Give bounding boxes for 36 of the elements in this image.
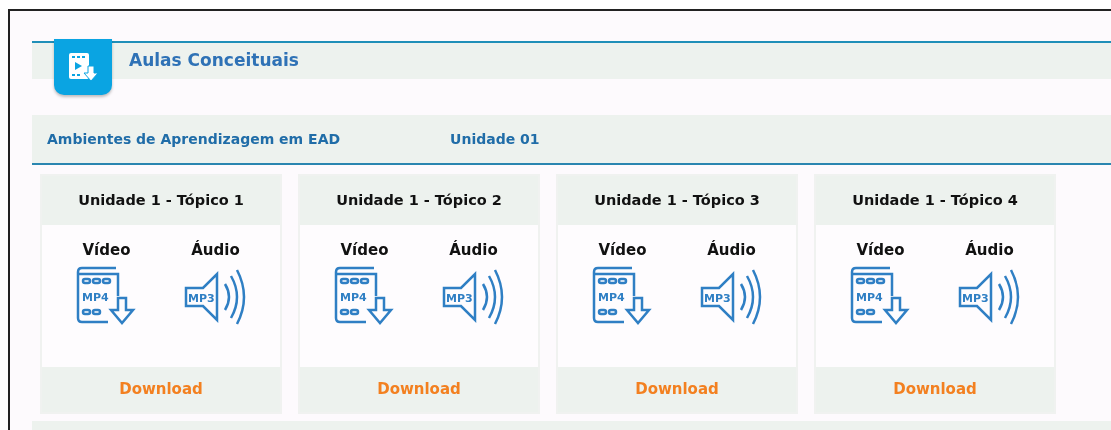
video-file-icon[interactable] <box>76 266 136 325</box>
speaker-icon[interactable] <box>442 268 503 325</box>
format-label: MP4 <box>597 290 625 304</box>
section-title: Aulas Conceituais <box>129 49 299 73</box>
video-label: Vídeo <box>340 240 389 261</box>
format-label: MP3 <box>445 291 473 305</box>
download-link[interactable]: Download <box>893 378 977 401</box>
topic-title: Unidade 1 - Tópico 1 <box>42 176 280 225</box>
video-file-icon[interactable] <box>850 266 910 325</box>
format-label: MP3 <box>961 291 989 305</box>
course-name: Ambientes de Aprendizagem em EAD <box>47 129 341 149</box>
speaker-icon[interactable] <box>958 268 1019 325</box>
unit-label: Unidade 01 <box>450 129 540 149</box>
video-label: Vídeo <box>82 240 131 261</box>
speaker-icon[interactable] <box>184 268 245 325</box>
topic-title: Unidade 1 - Tópico 4 <box>816 176 1054 225</box>
download-link[interactable]: Download <box>119 378 203 401</box>
download-link[interactable]: Download <box>635 378 719 401</box>
format-label: MP4 <box>855 290 883 304</box>
video-label: Vídeo <box>598 240 647 261</box>
audio-label: Áudio <box>707 239 756 261</box>
audio-label: Áudio <box>449 239 498 261</box>
format-label: MP4 <box>339 290 367 304</box>
video-label: Vídeo <box>856 240 905 261</box>
audio-label: Áudio <box>965 239 1014 261</box>
topic-title: Unidade 1 - Tópico 3 <box>558 176 796 225</box>
video-download-icon <box>54 39 112 95</box>
download-link[interactable]: Download <box>377 378 461 401</box>
topic-title: Unidade 1 - Tópico 2 <box>300 176 538 225</box>
video-file-icon[interactable] <box>592 266 652 325</box>
video-file-icon[interactable] <box>334 266 394 325</box>
speaker-icon[interactable] <box>700 268 761 325</box>
format-label: MP3 <box>187 291 215 305</box>
format-label: MP4 <box>81 290 109 304</box>
audio-label: Áudio <box>191 239 240 261</box>
format-label: MP3 <box>703 291 731 305</box>
